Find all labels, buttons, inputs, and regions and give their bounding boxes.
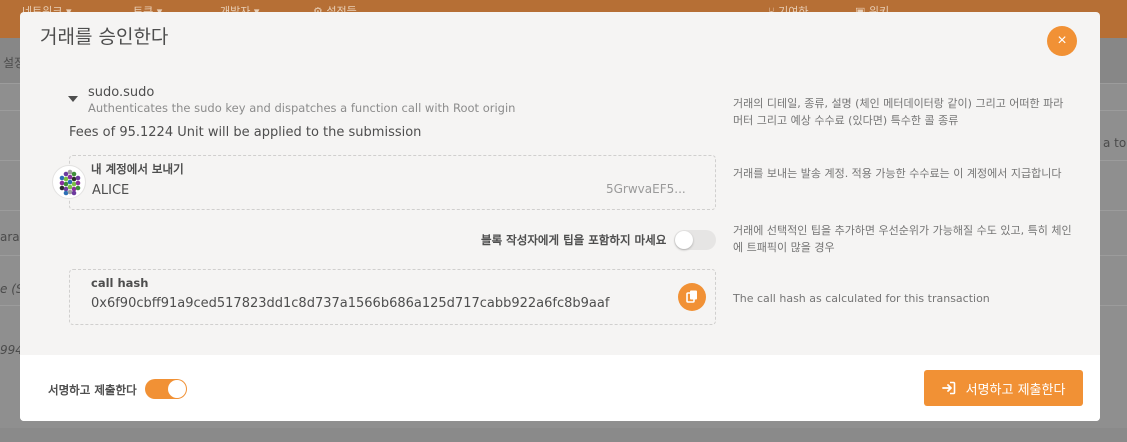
bg-side-text: a to: [1103, 136, 1127, 150]
sign-and-submit-button[interactable]: 서명하고 제출한다: [924, 370, 1083, 406]
bg-bottom-strip: [0, 428, 1127, 442]
call-name: sudo.sudo: [88, 85, 155, 100]
modal-footer: 서명하고 제출한다 서명하고 제출한다: [20, 355, 1100, 421]
approve-transaction-modal: 거래를 승인한다 × sudo.sudo Authenticates the s…: [20, 12, 1100, 421]
call-info: 거래의 디테일, 종류, 설명 (체인 메터데이터랑 같이) 그리고 어떠한 파…: [733, 97, 1064, 127]
call-description: Authenticates the sudo key and dispatche…: [88, 101, 516, 115]
expand-arrow-icon[interactable]: [68, 96, 78, 102]
toggle-knob: [168, 380, 186, 398]
sign-submit-toggle[interactable]: [145, 379, 187, 399]
submit-button-label: 서명하고 제출한다: [965, 382, 1066, 398]
account-name: ALICE: [92, 183, 130, 198]
sign-in-icon: [941, 381, 955, 395]
identicon-icon: [59, 169, 81, 196]
account-avatar: [52, 165, 86, 199]
account-info: 거래를 보내는 발송 계정. 적용 가능한 수수료는 이 계정에서 지급합니다: [733, 167, 1062, 180]
call-hash-label: call hash: [91, 276, 149, 290]
tip-info: 거래에 선택적인 팁을 추가하면 우선순위가 가능해질 수도 있고, 특히 체인…: [733, 224, 1072, 254]
copy-icon: [686, 290, 697, 303]
account-address: 5GrwvaEF5...: [606, 182, 686, 196]
close-button[interactable]: ×: [1047, 26, 1077, 56]
copy-button[interactable]: [678, 283, 706, 311]
call-hash-value: 0x6f90cbff91a9ced517823dd1c8d737a1566b68…: [91, 296, 610, 311]
fees-text: Fees of 95.1224 Unit will be applied to …: [69, 125, 422, 140]
sign-submit-toggle-label: 서명하고 제출한다: [48, 383, 137, 397]
tip-toggle-label: 블록 작성자에게 팁을 포함하지 마세요: [481, 233, 667, 247]
tip-toggle[interactable]: [674, 230, 716, 250]
modal-title: 거래를 승인한다: [40, 26, 169, 48]
account-label: 내 계정에서 보내기: [91, 162, 184, 176]
call-hash-info: The call hash as calculated for this tra…: [733, 292, 990, 305]
toggle-knob: [675, 231, 693, 249]
